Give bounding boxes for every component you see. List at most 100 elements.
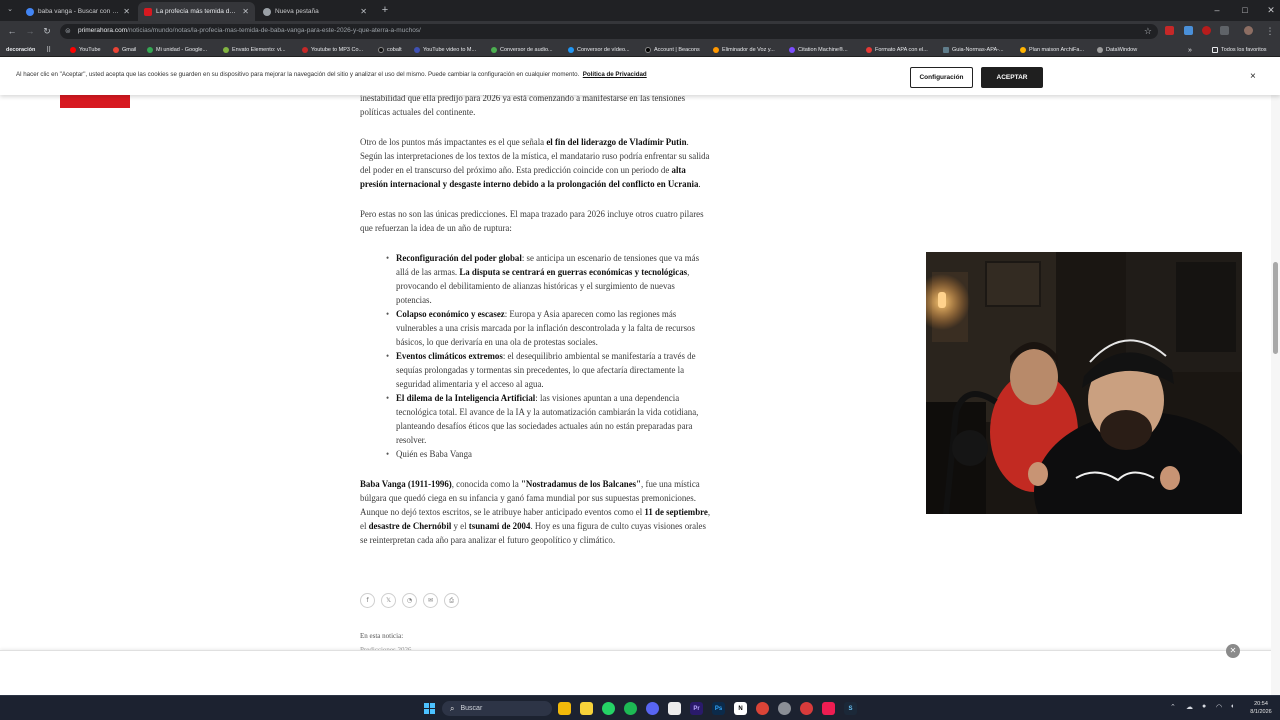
extension-icon[interactable]: [1165, 26, 1174, 35]
all-bookmarks-folder[interactable]: Todos los favoritos: [1212, 45, 1267, 55]
bold-text: el fin del liderazgo de Vladímir Putin: [546, 137, 687, 147]
tray-chevron-icon[interactable]: ⌃: [1170, 703, 1176, 711]
close-icon[interactable]: ✕: [123, 7, 130, 16]
notes-app-icon[interactable]: [580, 702, 593, 715]
close-icon[interactable]: ✕: [360, 7, 367, 16]
scrollbar-thumb[interactable]: [1273, 262, 1278, 354]
whatsapp-icon[interactable]: [602, 702, 615, 715]
volume-icon[interactable]: ◖: [1230, 703, 1234, 710]
webcam-scene: [926, 252, 1242, 514]
bookmark-label: Conversor de audio...: [500, 47, 553, 53]
video-icon: [568, 47, 574, 53]
steam-icon[interactable]: S: [844, 702, 857, 715]
x-share-icon[interactable]: 𝕏: [381, 593, 396, 608]
in-this-news-label: En esta noticia:: [360, 632, 404, 640]
new-tab-button[interactable]: +: [379, 3, 391, 17]
bookmark-voice-remover[interactable]: Eliminador de Voz y...: [713, 45, 775, 55]
bold-text: Baba Vanga (1911-1996): [360, 479, 452, 489]
windows-start-icon[interactable]: [424, 703, 435, 714]
tab-google-search[interactable]: baba vanga - Buscar con Google ✕: [20, 2, 136, 21]
back-icon[interactable]: ←: [6, 25, 18, 37]
tab-article[interactable]: La profecía más temida de Baba Vanga... …: [138, 2, 255, 21]
spotify-icon[interactable]: [624, 702, 637, 715]
microphone-icon[interactable]: ●: [1202, 703, 1206, 710]
extensions-puzzle-icon[interactable]: [1220, 26, 1229, 35]
text: Quién es Baba Vanga: [396, 449, 472, 459]
forward-icon[interactable]: →: [24, 25, 36, 37]
app-icon[interactable]: [778, 702, 791, 715]
photoshop-icon[interactable]: Ps: [712, 702, 725, 715]
maximize-button[interactable]: □: [1236, 3, 1254, 17]
reload-icon[interactable]: ↻: [41, 25, 53, 37]
bookmark-beacons[interactable]: Account | Beacons: [645, 45, 700, 55]
close-icon[interactable]: ✕: [242, 7, 249, 16]
article-body: inestabilidad que ella predijo para 2026…: [360, 91, 712, 563]
chrome-icon: [263, 7, 271, 16]
bookmark-citation-machine[interactable]: Citation Machine®...: [789, 45, 848, 55]
bookmark-star-icon[interactable]: ☆: [1144, 26, 1152, 37]
cloud-icon[interactable]: ☁: [1186, 703, 1193, 711]
email-share-icon[interactable]: ✉: [423, 593, 438, 608]
profile-avatar[interactable]: [1244, 26, 1253, 35]
close-icon[interactable]: ×: [1250, 71, 1256, 82]
taskbar-search[interactable]: ⌕ Buscar: [442, 701, 552, 716]
premiere-icon[interactable]: Pr: [690, 702, 703, 715]
document-icon[interactable]: [668, 702, 681, 715]
bookmark-envato[interactable]: Envato Elemento: vi...: [223, 45, 286, 55]
list-item: Quién es Baba Vanga: [386, 447, 712, 461]
bookmark-datawindow[interactable]: DataWindow: [1097, 45, 1137, 55]
bottom-ad-banner: [0, 650, 1280, 695]
privacy-policy-link[interactable]: Política de Privacidad: [583, 71, 647, 78]
extension-icon[interactable]: [1184, 26, 1193, 35]
bold-text: Reconfiguración del poder global: [396, 253, 522, 263]
accept-cookies-button[interactable]: ACEPTAR: [981, 67, 1043, 88]
bookmark-cobalt[interactable]: cobalt: [378, 45, 402, 55]
bold-text: Eventos climáticos extremos: [396, 351, 503, 361]
site-info-icon[interactable]: ⊜: [65, 27, 71, 35]
url-path: /noticias/mundo/notas/la-profecia-mas-te…: [127, 27, 421, 34]
tiktok-icon[interactable]: [822, 702, 835, 715]
bookmark-drive[interactable]: Mi unidad - Google...: [147, 45, 207, 55]
bookmark-label: Todos los favoritos: [1221, 47, 1267, 53]
bold-text: 11 de septiembre: [644, 507, 708, 517]
notion-icon[interactable]: N: [734, 702, 747, 715]
paragraph: Pero estas no son las únicas prediccione…: [360, 209, 704, 233]
bookmark-apa-guide[interactable]: Guia-Normas-APA-...: [943, 45, 1004, 55]
wifi-icon[interactable]: ◠: [1216, 703, 1222, 711]
bookmark-label: Youtube to MP3 Co...: [311, 47, 364, 53]
google-icon: [26, 7, 34, 16]
menu-kebab-icon[interactable]: ⋮: [1264, 25, 1276, 37]
whatsapp-share-icon[interactable]: ◔: [402, 593, 417, 608]
window-close-button[interactable]: ✕: [1262, 3, 1280, 17]
bookmark-label: Plan maison ArchiFa...: [1029, 47, 1085, 53]
bookmark-archifacile[interactable]: Plan maison ArchiFa...: [1020, 45, 1084, 55]
close-ad-icon[interactable]: ✕: [1226, 644, 1240, 658]
minimize-button[interactable]: –: [1208, 3, 1226, 17]
bookmark-audio-converter[interactable]: Conversor de audio...: [491, 45, 553, 55]
bookmark-gmail[interactable]: Gmail: [113, 45, 136, 55]
print-icon[interactable]: ⎙: [444, 593, 459, 608]
bookmark-decoracion[interactable]: decoración: [6, 45, 35, 55]
extension-icon[interactable]: [1202, 26, 1211, 35]
bookmarks-overflow-icon[interactable]: »: [1188, 45, 1192, 55]
tab-search-icon[interactable]: ⌄: [4, 4, 16, 16]
bookmark-video-converter[interactable]: Conversor de vídeo...: [568, 45, 630, 55]
bookmark-youtube[interactable]: YouTube: [70, 45, 101, 55]
house-icon: [1020, 47, 1026, 53]
tab-new-tab[interactable]: Nueva pestaña ✕: [257, 2, 373, 21]
file-explorer-icon[interactable]: [558, 702, 571, 715]
bookmark-yt-video[interactable]: YouTube video to M...: [414, 45, 476, 55]
discord-icon[interactable]: [646, 702, 659, 715]
scrollbar[interactable]: [1271, 57, 1280, 695]
address-bar[interactable]: ⊜ primerahora.com/noticias/mundo/notas/l…: [60, 24, 1158, 39]
taskbar-clock[interactable]: 20:54 8/1/2026: [1246, 700, 1276, 716]
cookie-settings-button[interactable]: Configuración: [910, 67, 973, 88]
apps-grid-icon[interactable]: ⠿: [46, 45, 51, 55]
bold-text: desastre de Chernóbil: [368, 521, 452, 531]
bookmark-apa-format[interactable]: Formato APA con el...: [866, 45, 928, 55]
facebook-share-icon[interactable]: f: [360, 593, 375, 608]
drive-icon: [147, 47, 153, 53]
bookmark-youtube-mp3[interactable]: Youtube to MP3 Co...: [302, 45, 363, 55]
chrome-icon[interactable]: [756, 702, 769, 715]
chrome-profile-icon[interactable]: [800, 702, 813, 715]
